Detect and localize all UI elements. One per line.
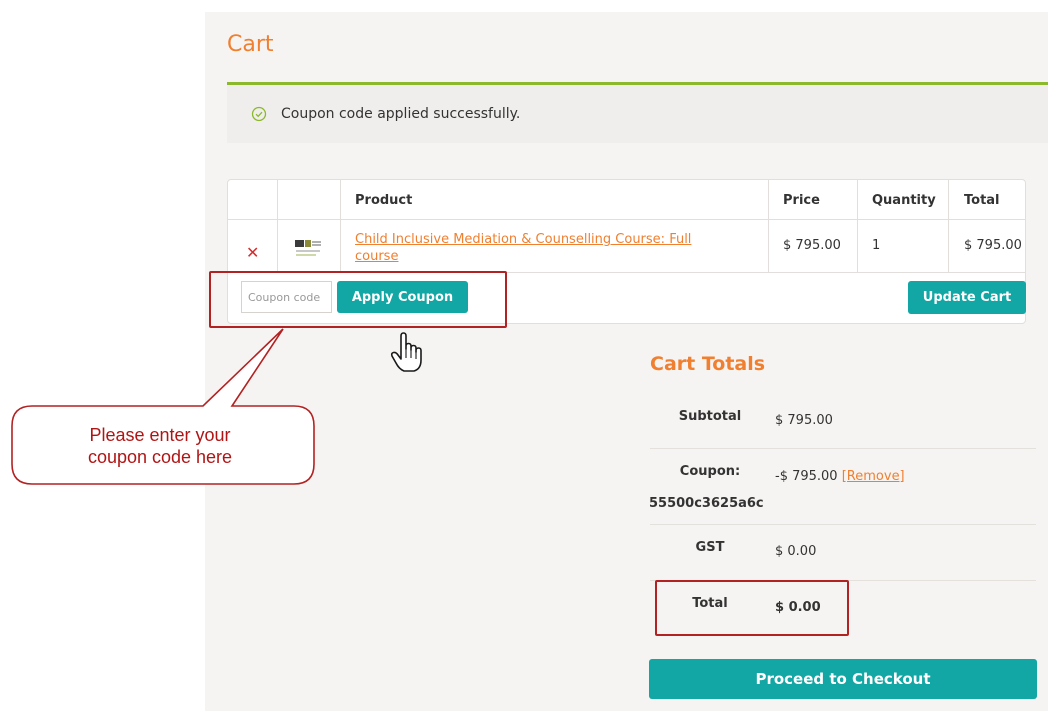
annotation-text: Please enter your coupon code here	[28, 424, 292, 468]
annotation-callout-bubble	[11, 328, 315, 485]
annotation-line-1: Please enter your	[89, 425, 231, 445]
annotation-line-2: coupon code here	[87, 447, 233, 467]
hand-pointer-icon	[390, 332, 422, 372]
